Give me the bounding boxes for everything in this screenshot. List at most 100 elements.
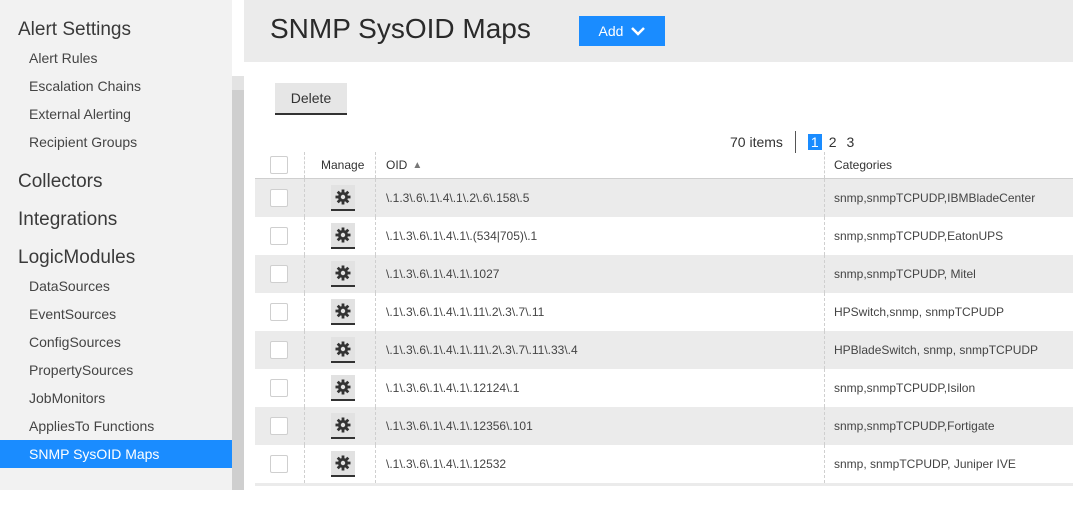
column-divider — [304, 293, 305, 331]
manage-button[interactable] — [331, 261, 355, 287]
row-checkbox[interactable] — [270, 227, 288, 245]
manage-button[interactable] — [331, 185, 355, 211]
row-checkbox[interactable] — [270, 455, 288, 473]
categories-cell: snmp,snmpTCPUDP,EatonUPS — [834, 229, 1004, 243]
row-checkbox[interactable] — [270, 189, 288, 207]
column-divider — [304, 255, 305, 293]
table-body: \.1.3\.6\.1\.4\.1\.2\.6\.158\.5 snmp,snm… — [255, 179, 1073, 483]
manage-button[interactable] — [331, 413, 355, 439]
manage-button[interactable] — [331, 337, 355, 363]
row-checkbox[interactable] — [270, 303, 288, 321]
table-row: \.1\.3\.6\.1\.4\.1\.12532 snmp, snmpTCPU… — [255, 445, 1073, 483]
column-divider — [375, 217, 376, 255]
manage-button[interactable] — [331, 375, 355, 401]
oid-cell: \.1\.3\.6\.1\.4\.1\.(534|705)\.1 — [386, 229, 538, 243]
select-all-checkbox-cell — [270, 156, 288, 174]
column-divider — [375, 445, 376, 483]
sidebar-item-snmp-sysoid-maps[interactable]: SNMP SysOID Maps — [0, 440, 232, 468]
column-divider — [375, 255, 376, 293]
manage-button[interactable] — [331, 299, 355, 325]
manage-button[interactable] — [331, 223, 355, 249]
sidebar-scrollbar-thumb[interactable] — [232, 0, 244, 76]
oid-cell: \.1\.3\.6\.1\.4\.1\.1027 — [386, 267, 500, 281]
column-divider — [304, 217, 305, 255]
gear-icon — [335, 303, 351, 319]
sidebar-item-appliesto-functions[interactable]: AppliesTo Functions — [0, 412, 232, 440]
row-checkbox-cell — [270, 341, 288, 359]
sidebar-item-configsources[interactable]: ConfigSources — [0, 328, 232, 356]
column-header-categories: Categories — [834, 158, 893, 172]
column-divider — [375, 369, 376, 407]
page-3-link[interactable]: 3 — [844, 134, 858, 150]
table-bottom-edge — [255, 483, 1073, 486]
sidebar-item-recipient-groups[interactable]: Recipient Groups — [0, 128, 232, 156]
row-checkbox-cell — [270, 189, 288, 207]
pager-divider — [794, 131, 796, 153]
sidebar-item-jobmonitors[interactable]: JobMonitors — [0, 384, 232, 412]
categories-cell: HPBladeSwitch, snmp, snmpTCPUDP — [834, 343, 1039, 357]
sysoid-table: Manage OID ▲ Categories \.1.3\.6\.1\.4\.… — [255, 152, 1073, 486]
table-row: \.1\.3\.6\.1\.4\.1\.11\.2\.3\.7\.11 HPSw… — [255, 293, 1073, 331]
gear-icon — [335, 265, 351, 281]
row-checkbox[interactable] — [270, 379, 288, 397]
column-header-manage: Manage — [321, 158, 365, 172]
column-divider — [375, 331, 376, 369]
column-divider — [375, 152, 376, 178]
column-divider — [304, 407, 305, 445]
table-row: \.1\.3\.6\.1\.4\.1\.12356\.101 snmp,snmp… — [255, 407, 1073, 445]
select-all-checkbox[interactable] — [270, 156, 288, 174]
sidebar-nav: Alert Settings Alert Rules Escalation Chai… — [0, 0, 232, 490]
column-divider — [304, 152, 305, 178]
row-checkbox-cell — [270, 227, 288, 245]
column-divider — [304, 369, 305, 407]
column-header-oid[interactable]: OID ▲ — [386, 158, 422, 172]
column-divider — [824, 152, 825, 178]
add-button[interactable]: Add — [579, 16, 665, 46]
sidebar-item-external-alerting[interactable]: External Alerting — [0, 100, 232, 128]
page-2-link[interactable]: 2 — [826, 134, 840, 150]
row-checkbox[interactable] — [270, 265, 288, 283]
sidebar-section-collectors[interactable]: Collectors — [0, 170, 232, 194]
sort-ascending-icon: ▲ — [412, 159, 423, 171]
row-checkbox[interactable] — [270, 417, 288, 435]
sidebar-section-integrations[interactable]: Integrations — [0, 208, 232, 232]
oid-cell: \.1\.3\.6\.1\.4\.1\.12124\.1 — [386, 381, 520, 395]
sidebar-item-eventsources[interactable]: EventSources — [0, 300, 232, 328]
column-divider — [824, 445, 825, 483]
categories-cell: snmp,snmpTCPUDP,IBMBladeCenter — [834, 191, 1036, 205]
item-count: 70 items — [730, 134, 783, 150]
table-row: \.1.3\.6\.1\.4\.1\.2\.6\.158\.5 snmp,snm… — [255, 179, 1073, 217]
pagination: 70 items 123 — [730, 131, 861, 153]
oid-cell: \.1\.3\.6\.1\.4\.1\.11\.2\.3\.7\.11\.33\… — [386, 343, 578, 357]
gear-icon — [335, 189, 351, 205]
categories-cell: HPSwitch,snmp, snmpTCPUDP — [834, 305, 1005, 319]
oid-cell: \.1\.3\.6\.1\.4\.1\.11\.2\.3\.7\.11 — [386, 305, 545, 319]
table-row: \.1\.3\.6\.1\.4\.1\.(534|705)\.1 snmp,sn… — [255, 217, 1073, 255]
sidebar-item-alert-rules[interactable]: Alert Rules — [0, 44, 232, 72]
chevron-down-icon — [631, 27, 646, 36]
gear-icon — [335, 379, 351, 395]
categories-cell: snmp,snmpTCPUDP, Mitel — [834, 267, 976, 281]
row-checkbox-cell — [270, 303, 288, 321]
categories-cell: snmp, snmpTCPUDP, Juniper IVE — [834, 457, 1016, 471]
table-row: \.1\.3\.6\.1\.4\.1\.12124\.1 snmp,snmpTC… — [255, 369, 1073, 407]
page-header: SNMP SysOID Maps Add — [244, 0, 1073, 62]
categories-cell: snmp,snmpTCPUDP,Fortigate — [834, 419, 995, 433]
sidebar-item-datasources[interactable]: DataSources — [0, 272, 232, 300]
sidebar-item-escalation-chains[interactable]: Escalation Chains — [0, 72, 232, 100]
sidebar-section-logicmodules[interactable]: LogicModules — [0, 246, 232, 270]
table-header: Manage OID ▲ Categories — [255, 152, 1073, 179]
gear-icon — [335, 455, 351, 471]
column-divider — [824, 407, 825, 445]
row-checkbox-cell — [270, 379, 288, 397]
row-checkbox[interactable] — [270, 341, 288, 359]
sidebar-item-propertysources[interactable]: PropertySources — [0, 356, 232, 384]
sidebar-scrollbar-lower-track[interactable] — [232, 90, 244, 490]
oid-cell: \.1\.3\.6\.1\.4\.1\.12532 — [386, 457, 507, 471]
gear-icon — [335, 227, 351, 243]
page-1-link[interactable]: 1 — [807, 134, 822, 150]
oid-cell: \.1.3\.6\.1\.4\.1\.2\.6\.158\.5 — [386, 191, 530, 205]
manage-button[interactable] — [331, 451, 355, 477]
sidebar-section-alert-settings[interactable]: Alert Settings — [0, 18, 232, 42]
delete-button[interactable]: Delete — [275, 83, 347, 115]
